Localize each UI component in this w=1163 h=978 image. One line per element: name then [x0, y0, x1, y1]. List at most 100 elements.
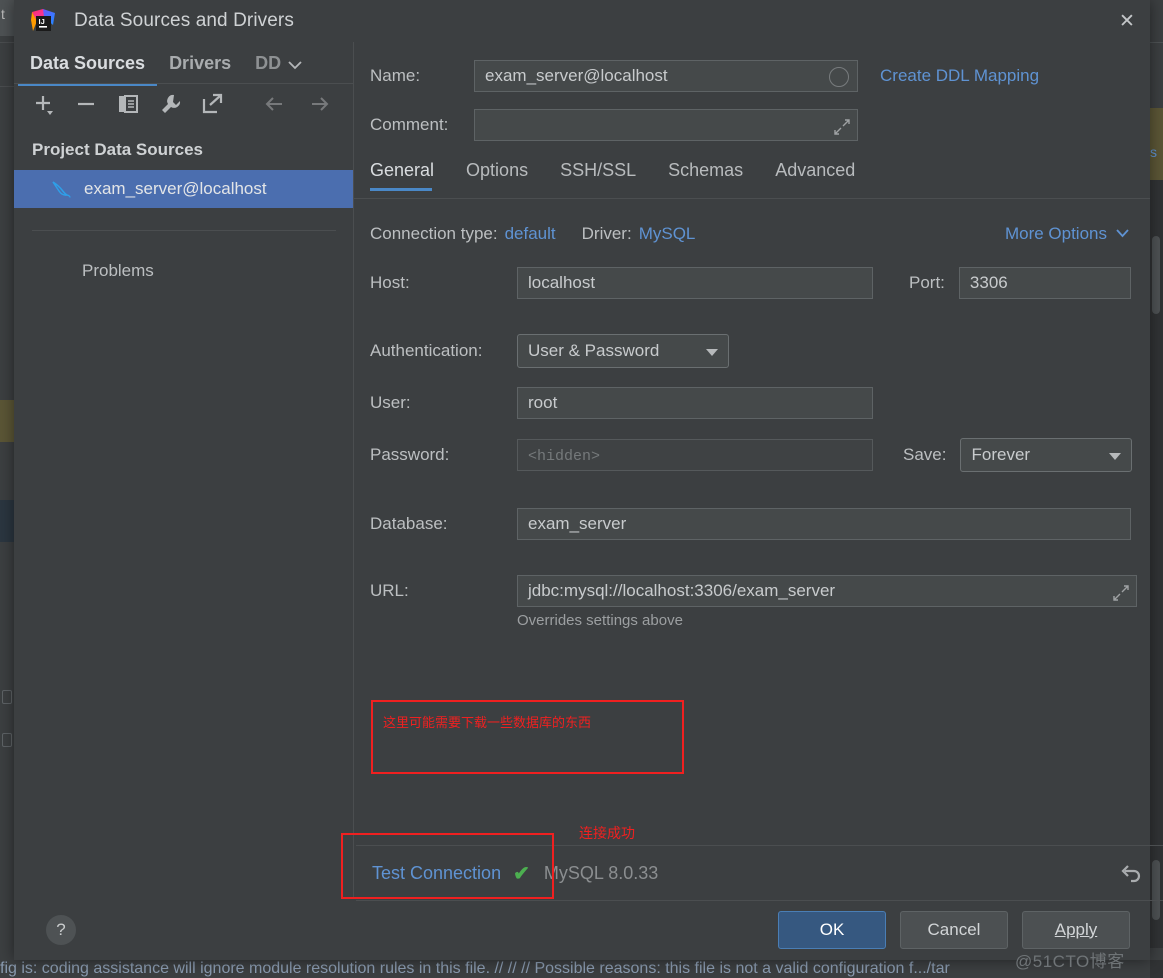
background-right-marker-label: s	[1150, 144, 1157, 160]
authentication-label: Authentication:	[370, 341, 483, 360]
name-input-value: exam_server@localhost	[485, 66, 668, 85]
annotation-box-test-connection	[341, 833, 554, 899]
password-label: Password:	[370, 445, 450, 464]
tab-options[interactable]: Options	[450, 160, 544, 191]
comment-input[interactable]	[474, 109, 858, 141]
authentication-select[interactable]: User & Password	[517, 334, 729, 368]
host-row: Host: localhost Port: 3306	[370, 267, 1131, 299]
authentication-row: Authentication: User & Password	[370, 334, 729, 368]
expand-icon[interactable]	[1112, 582, 1130, 601]
data-source-label: exam_server@localhost	[84, 179, 267, 198]
tab-ddl[interactable]: DD	[243, 53, 281, 84]
name-label: Name:	[370, 66, 421, 85]
mysql-dolphin-icon	[50, 179, 72, 199]
database-version-label: MySQL 8.0.33	[543, 862, 659, 883]
save-select[interactable]: Forever	[960, 438, 1133, 472]
chevron-down-icon[interactable]	[281, 57, 311, 84]
chevron-down-icon	[1109, 453, 1122, 460]
tab-general[interactable]: General	[370, 160, 450, 191]
watermark: @51CTO博客	[1015, 952, 1125, 971]
background-editor-text: fig is: coding assistance will ignore mo…	[0, 960, 950, 977]
background-highlight-dark	[0, 500, 14, 542]
remove-icon[interactable]	[74, 92, 98, 116]
help-button[interactable]: ?	[46, 914, 76, 945]
color-swatch-button[interactable]	[829, 67, 849, 87]
save-value: Forever	[971, 445, 1031, 464]
password-input[interactable]: <hidden>	[517, 439, 873, 471]
port-label: Port:	[909, 273, 945, 292]
port-input[interactable]: 3306	[958, 267, 1131, 299]
tab-drivers[interactable]: Drivers	[157, 53, 243, 84]
background-editor-tab-label: t	[1, 6, 5, 22]
background-divider-2	[0, 86, 14, 87]
cancel-button[interactable]: Cancel	[900, 910, 1008, 949]
forward-arrow-icon[interactable]	[308, 92, 332, 116]
database-input[interactable]: exam_server	[517, 508, 1131, 540]
name-row: Name: exam_server@localhost Create DDL M…	[370, 60, 1039, 92]
data-source-item-exam-server[interactable]: exam_server@localhost	[14, 170, 354, 208]
save-label: Save:	[903, 445, 947, 464]
connection-type-row: Connection type: default Driver: MySQL	[370, 224, 695, 244]
wrench-icon[interactable]	[158, 92, 182, 116]
intellij-idea-logo-icon: IJ	[30, 8, 56, 34]
driver-label: Driver:	[581, 224, 632, 243]
problems-item[interactable]: Problems	[14, 231, 354, 281]
left-panel: Data Sources Drivers DD Project Data Sou…	[14, 42, 354, 898]
driver-value[interactable]: MySQL	[639, 224, 696, 244]
tab-data-sources[interactable]: Data Sources	[18, 53, 158, 86]
back-arrow-icon[interactable]	[262, 92, 286, 116]
expand-icon[interactable]	[833, 116, 851, 135]
host-input[interactable]: localhost	[517, 267, 873, 299]
apply-button[interactable]: Apply	[1022, 910, 1130, 949]
duplicate-icon[interactable]	[116, 92, 140, 116]
host-label: Host:	[370, 273, 410, 292]
background-gutter-marker-1	[2, 690, 12, 704]
close-icon[interactable]: ✕	[1104, 0, 1150, 42]
user-label: User:	[370, 393, 411, 412]
url-hint: Overrides settings above	[517, 612, 683, 629]
url-input-value: jdbc:mysql://localhost:3306/exam_server	[528, 581, 836, 600]
create-ddl-mapping-link[interactable]: Create DDL Mapping	[880, 66, 1039, 86]
tab-ssh-ssl[interactable]: SSH/SSL	[544, 160, 652, 191]
annotation-text-download-note: 这里可能需要下载一些数据库的东西	[383, 716, 592, 731]
name-input[interactable]: exam_server@localhost	[474, 60, 858, 92]
revert-arrow-icon[interactable]	[1119, 862, 1143, 886]
left-toolbar-nav	[262, 92, 354, 116]
screenshot-root: t s fig is: coding assistance will ignor…	[0, 0, 1163, 978]
chevron-down-icon	[706, 349, 718, 356]
export-icon[interactable]	[200, 92, 224, 116]
comment-label: Comment:	[370, 115, 449, 134]
background-right-divider	[1150, 42, 1163, 43]
form-tab-underline	[354, 198, 1150, 199]
url-row: URL: jdbc:mysql://localhost:3306/exam_se…	[370, 575, 1137, 607]
password-placeholder: <hidden>	[528, 448, 601, 465]
comment-row: Comment:	[370, 109, 858, 141]
user-row: User: root	[370, 387, 873, 419]
user-input[interactable]: root	[517, 387, 873, 419]
ok-button[interactable]: OK	[778, 910, 886, 949]
tab-advanced[interactable]: Advanced	[759, 160, 871, 191]
connection-type-value[interactable]: default	[505, 224, 556, 244]
background-gutter-marker-2	[2, 733, 12, 747]
connection-type-label: Connection type:	[370, 224, 498, 243]
dialog-button-bar: ? OK Cancel Apply	[14, 898, 1150, 960]
more-options-label: More Options	[1004, 224, 1107, 243]
more-options-row[interactable]: More Options	[1005, 224, 1130, 244]
database-row: Database: exam_server	[370, 508, 1131, 540]
database-label: Database:	[370, 514, 448, 533]
url-input[interactable]: jdbc:mysql://localhost:3306/exam_server	[517, 575, 1137, 607]
data-sources-dialog: IJ Data Sources and Drivers ✕ Data Sourc…	[14, 0, 1150, 960]
authentication-value: User & Password	[528, 341, 660, 360]
add-icon[interactable]	[32, 92, 56, 116]
dialog-actions: OK Cancel Apply	[778, 910, 1150, 949]
password-row: Password: <hidden> Save: Forever	[370, 438, 1133, 472]
svg-text:IJ: IJ	[39, 17, 45, 26]
left-tab-row: Data Sources Drivers DD	[14, 42, 354, 86]
background-left-strip	[0, 0, 14, 978]
tab-schemas[interactable]: Schemas	[652, 160, 759, 191]
background-scrollbar-thumb-1[interactable]	[1152, 236, 1160, 314]
background-divider-1	[0, 42, 14, 43]
dialog-titlebar: IJ Data Sources and Drivers ✕	[14, 0, 1150, 42]
form-tab-row: General Options SSH/SSL Schemas Advanced	[370, 160, 871, 191]
background-highlight-yellow	[0, 400, 14, 442]
